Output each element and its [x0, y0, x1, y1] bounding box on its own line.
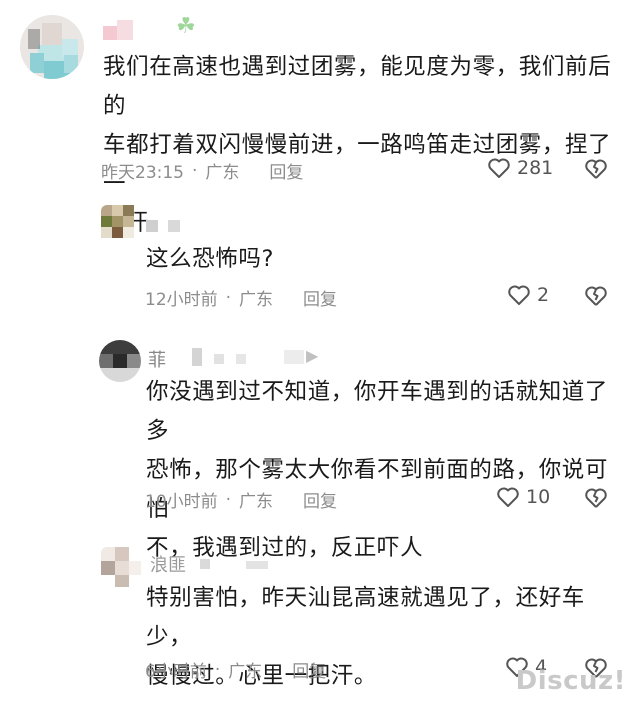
username-blurred[interactable]: [103, 18, 133, 40]
timestamp: 12小时前: [145, 290, 218, 310]
reply-comment-1: 这么恐怖吗? 12小时前 · 广东 回复 2: [0, 195, 640, 325]
username-blurred[interactable]: [146, 220, 190, 232]
comment-meta: 12小时前 · 广东 回复: [145, 285, 337, 311]
like-button[interactable]: 10: [496, 486, 550, 508]
chevron-right-icon: ▶: [306, 346, 319, 365]
heart-outline-icon: [497, 487, 519, 507]
avatar[interactable]: [99, 340, 141, 382]
dislike-button[interactable]: [584, 487, 608, 513]
heart-outline-icon: [508, 285, 530, 305]
timestamp: 10小时前: [145, 492, 218, 512]
username-partial[interactable]: 菲: [148, 346, 166, 372]
location: 广东: [205, 163, 240, 183]
broken-heart-icon: [585, 159, 607, 179]
location: 广东: [239, 290, 274, 310]
dislike-button[interactable]: [584, 158, 608, 184]
reply-button[interactable]: 回复: [292, 657, 326, 682]
like-button[interactable]: 2: [507, 284, 549, 306]
broken-heart-icon: [585, 488, 607, 508]
comment-text: 这么恐怖吗?: [146, 246, 275, 272]
like-button[interactable]: 281: [487, 157, 553, 179]
timestamp: 昨天23:15: [101, 163, 184, 183]
like-count: 10: [526, 486, 551, 508]
avatar[interactable]: [101, 205, 145, 249]
location: 广东: [228, 662, 263, 682]
comment-meta: 10小时前 · 广东 回复: [145, 487, 337, 513]
username-blurred[interactable]: [200, 555, 270, 571]
watermark: Discuz!: [515, 666, 626, 696]
like-count: 2: [537, 284, 550, 306]
like-count: 281: [517, 157, 554, 179]
comment-meta: 昨天23:15 · 广东 回复: [101, 158, 303, 184]
reply-button[interactable]: 回复: [269, 158, 303, 183]
location: 广东: [239, 492, 274, 512]
username-partial[interactable]: 浪匪: [150, 551, 186, 577]
comment-1: ☘ 我们在高速也遇到过团雾，能见度为零，我们前后的 车都打着双闪慢慢前进，一路鸣…: [0, 0, 640, 236]
separator: ·: [225, 287, 232, 308]
username-blurred[interactable]: [170, 348, 320, 368]
dislike-button[interactable]: [584, 285, 608, 311]
reply-comment-2: 菲 ▶ 你没遇到过不知道，你开车遇到的话就知道了多 恐怖，那个雾太大你看不到前面…: [0, 330, 640, 561]
reply-button[interactable]: 回复: [303, 285, 337, 310]
avatar[interactable]: [20, 15, 84, 79]
separator: ·: [192, 160, 198, 181]
broken-heart-icon: [585, 286, 607, 306]
clover-icon: ☘: [176, 14, 196, 39]
reply-button[interactable]: 回复: [303, 487, 337, 512]
heart-outline-icon: [488, 158, 510, 178]
separator: ·: [214, 659, 221, 680]
separator: ·: [225, 489, 232, 510]
comment-meta: 6小时前 · 广东 回复: [145, 657, 326, 683]
timestamp: 6小时前: [145, 662, 207, 682]
avatar[interactable]: [101, 547, 141, 587]
